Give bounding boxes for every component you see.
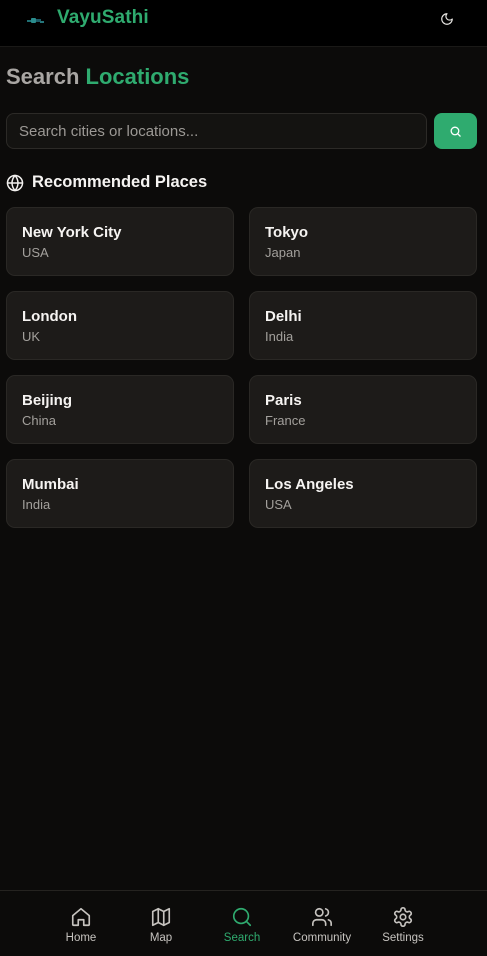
place-city: Beijing xyxy=(22,392,73,409)
logo-icon xyxy=(27,13,45,23)
place-card-new-york-city[interactable]: New York City USA xyxy=(6,207,234,276)
nav-label: Community xyxy=(292,932,352,944)
search-icon xyxy=(449,125,462,138)
page-title: Search Locations xyxy=(6,64,189,90)
place-card-tokyo[interactable]: Tokyo Japan xyxy=(249,207,477,276)
nav-label: Search xyxy=(223,932,261,944)
globe-icon xyxy=(6,173,24,192)
top-bar: VayuSathi xyxy=(0,0,487,47)
nav-item-search[interactable]: Search xyxy=(202,891,282,956)
place-country: USA xyxy=(265,497,292,512)
bottom-nav: Home Map Search Community Settings xyxy=(0,890,487,956)
users-icon xyxy=(311,906,333,928)
nav-item-settings[interactable]: Settings xyxy=(363,891,443,956)
place-card-paris[interactable]: Paris France xyxy=(249,375,477,444)
place-card-delhi[interactable]: Delhi India xyxy=(249,291,477,360)
theme-toggle-button[interactable] xyxy=(436,8,458,30)
place-city: London xyxy=(22,308,77,325)
page-title-part2: Locations xyxy=(85,64,190,89)
search-icon xyxy=(231,906,253,928)
search-input[interactable] xyxy=(6,113,427,149)
search-button[interactable] xyxy=(434,113,477,149)
place-card-beijing[interactable]: Beijing China xyxy=(6,375,234,444)
nav-label: Map xyxy=(149,932,173,944)
recommended-heading-label: Recommended Places xyxy=(32,173,208,191)
nav-item-home[interactable]: Home xyxy=(41,891,121,956)
place-city: Mumbai xyxy=(22,476,79,493)
place-city: New York City xyxy=(22,224,122,241)
gear-icon xyxy=(392,906,414,928)
app-root: VayuSathi Search Locations Search cities… xyxy=(0,0,487,956)
moon-icon xyxy=(440,12,454,26)
place-card-los-angeles[interactable]: Los Angeles USA xyxy=(249,459,477,528)
nav-label: Home xyxy=(65,932,97,944)
place-city: Delhi xyxy=(265,308,302,325)
place-country: India xyxy=(265,329,294,344)
place-card-london[interactable]: London UK xyxy=(6,291,234,360)
map-icon xyxy=(150,906,172,928)
app-brand[interactable]: VayuSathi xyxy=(57,7,149,29)
place-city: Los Angeles xyxy=(265,476,354,493)
page-title-part1: Search xyxy=(6,64,80,89)
place-country: India xyxy=(22,497,51,512)
nav-item-community[interactable]: Community xyxy=(282,891,362,956)
nav-label: Settings xyxy=(382,932,424,944)
place-country: France xyxy=(265,413,306,428)
place-country: Japan xyxy=(265,245,301,260)
home-icon xyxy=(70,906,92,928)
place-city: Paris xyxy=(265,392,302,409)
place-country: UK xyxy=(22,329,41,344)
place-card-mumbai[interactable]: Mumbai India xyxy=(6,459,234,528)
place-country: China xyxy=(22,413,56,428)
place-country: USA xyxy=(22,245,49,260)
recommended-heading: Recommended Places xyxy=(6,173,207,192)
nav-item-map[interactable]: Map xyxy=(121,891,201,956)
place-city: Tokyo xyxy=(265,224,309,241)
